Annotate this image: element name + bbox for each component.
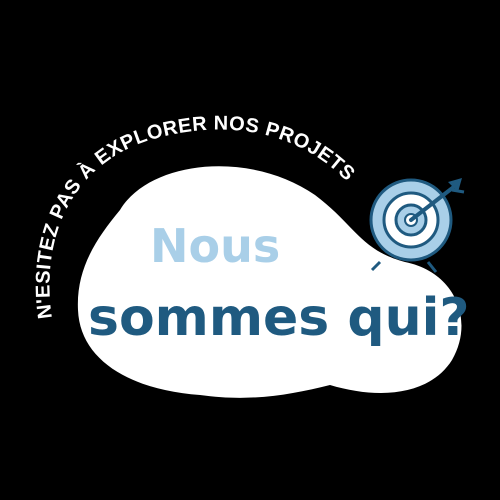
headline-line1: Nous — [150, 219, 280, 273]
headline-line2: sommes qui? — [88, 288, 470, 348]
graphic-canvas: N'ESITEZ PAS À EXPLORER NOS PROJETS Nous… — [32, 113, 470, 398]
